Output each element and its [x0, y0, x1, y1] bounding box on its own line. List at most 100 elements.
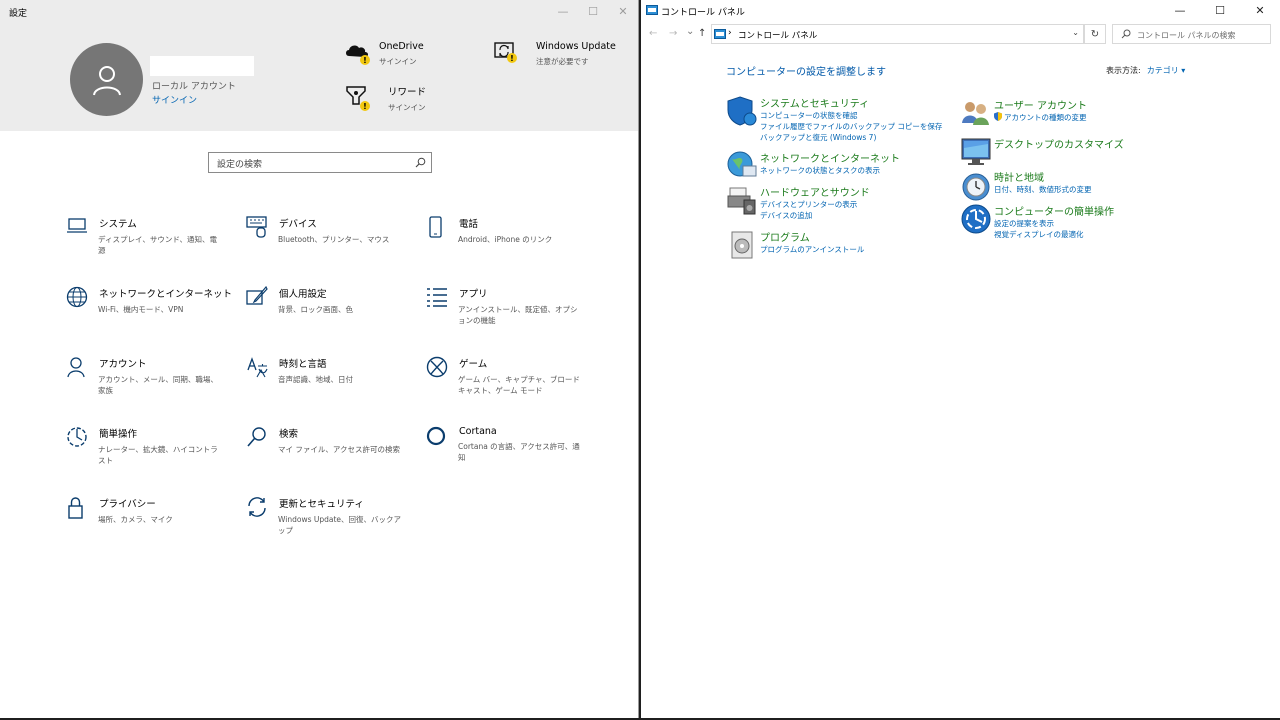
account-type: ローカル アカウント [152, 82, 236, 92]
category-title[interactable]: ハードウェアとサウンド [760, 184, 870, 199]
category-title[interactable]: システムとセキュリティ [760, 95, 942, 110]
category-title[interactable]: ネットワークとインターネット [760, 150, 900, 165]
category-link[interactable]: 設定の提案を表示 [994, 218, 1114, 229]
cp-search-input[interactable]: コントロール パネルの検索 [1112, 24, 1271, 44]
item-title: Cortana [459, 426, 497, 437]
settings-item-devices[interactable]: デバイス Bluetooth、プリンター、マウス [246, 216, 426, 245]
apps-list-icon [427, 288, 447, 307]
settings-item-time-language[interactable]: 時刻と言語 音声認識、地域、日付 [246, 356, 426, 385]
minimize-button[interactable]: — [548, 0, 578, 23]
category-title[interactable]: デスクトップのカスタマイズ [994, 136, 1124, 151]
clock-globe-icon [962, 173, 990, 201]
maximize-button[interactable]: ☐ [578, 0, 608, 23]
category-link[interactable]: ネットワークの状態とタスクの表示 [760, 165, 900, 176]
keyboard-icon [246, 216, 267, 238]
item-title: 検索 [279, 429, 299, 440]
uac-shield-icon [994, 112, 1002, 121]
control-panel-icon [714, 29, 726, 39]
category-ease-of-access: コンピューターの簡単操作 設定の提案を表示 視覚ディスプレイの最適化 [960, 203, 1114, 240]
item-sub: Windows Update、回復、バックアップ [278, 515, 402, 535]
item-title: アプリ [459, 289, 488, 300]
quick-windows-update[interactable]: ! Windows Update 注意が必要です [493, 41, 616, 71]
forward-button[interactable]: → [669, 28, 677, 39]
ease-of-access-icon [67, 427, 87, 447]
view-by-dropdown[interactable]: カテゴリ ▾ [1147, 66, 1186, 75]
quick-onedrive[interactable]: ! OneDrive サインイン [345, 41, 424, 71]
category-link[interactable]: プログラムのアンインストール [760, 244, 864, 255]
quick-sub: サインイン [388, 103, 426, 112]
category-title[interactable]: コンピューターの簡単操作 [994, 203, 1114, 218]
category-link[interactable]: 視覚ディスプレイの最適化 [994, 229, 1114, 240]
close-button[interactable]: ✕ [1240, 0, 1280, 21]
search-icon [247, 427, 266, 447]
settings-item-cortana[interactable]: Cortana Cortana の言語、アクセス許可、通知 [426, 426, 606, 463]
item-sub: Bluetooth、プリンター、マウス [278, 235, 390, 244]
quick-rewards[interactable]: ! リワード サインイン [345, 84, 426, 114]
settings-item-apps[interactable]: アプリ アンインストール、既定値、オプションの機能 [426, 286, 606, 326]
settings-item-network[interactable]: ネットワークとインターネット Wi-Fi、機内モード、VPN [66, 286, 246, 315]
item-sub: アカウント、メール、同期、職場、家族 [98, 375, 218, 395]
warning-icon: ! [360, 55, 370, 65]
search-icon [415, 157, 426, 168]
printer-speaker-icon [727, 187, 756, 215]
category-link[interactable]: コンピューターの状態を確認 [760, 110, 942, 121]
item-title: 電話 [459, 219, 479, 230]
settings-item-update-security[interactable]: 更新とセキュリティ Windows Update、回復、バックアップ [246, 496, 426, 536]
category-system-security: システムとセキュリティ コンピューターの状態を確認 ファイル履歴でファイルのバッ… [726, 95, 942, 143]
paint-icon [246, 286, 268, 305]
item-title: 時刻と言語 [279, 359, 327, 370]
quick-sub: 注意が必要です [536, 57, 589, 66]
programs-icon [731, 231, 753, 259]
settings-item-personalization[interactable]: 個人用設定 背景、ロック画面、色 [246, 286, 426, 315]
settings-item-ease-of-access[interactable]: 簡単操作 ナレーター、拡大鏡、ハイコントラスト [66, 426, 246, 466]
settings-search-input[interactable]: 設定の検索 [208, 152, 432, 173]
address-dropdown-button[interactable]: ⌄ [1072, 28, 1079, 37]
item-sub: ディスプレイ、サウンド、通知、電源 [98, 235, 218, 255]
category-link[interactable]: 日付、時刻、数値形式の変更 [994, 184, 1092, 195]
back-button[interactable]: ← [649, 28, 657, 39]
category-link[interactable]: バックアップと復元 (Windows 7) [760, 132, 942, 143]
settings-titlebar: 設定 — ☐ ✕ [0, 0, 638, 23]
settings-item-search[interactable]: 検索マイ ファイル、アクセス許可の検索 [246, 426, 426, 455]
monitor-icon [961, 138, 991, 165]
category-link[interactable]: ファイル履歴でファイルのバックアップ コピーを保存 [760, 121, 942, 132]
users-icon [962, 102, 989, 125]
category-title[interactable]: 時計と地域 [994, 169, 1092, 184]
item-title: 個人用設定 [279, 289, 327, 300]
address-bar[interactable]: › コントロール パネル ⌄ [711, 24, 1084, 44]
settings-item-phone[interactable]: 電話 Android、iPhone のリンク [426, 216, 606, 245]
category-link[interactable]: デバイスの追加 [760, 210, 870, 221]
maximize-button[interactable]: ☐ [1200, 0, 1240, 21]
quick-title: リワード [388, 87, 427, 98]
settings-item-accounts[interactable]: アカウント アカウント、メール、同期、職場、家族 [66, 356, 246, 396]
laptop-icon [67, 218, 87, 233]
item-sub: マイ ファイル、アクセス許可の検索 [278, 445, 401, 454]
recent-locations-button[interactable]: ⌄ [686, 26, 694, 37]
refresh-button[interactable]: ↻ [1084, 24, 1106, 44]
phone-icon [429, 216, 442, 238]
settings-item-system[interactable]: システム ディスプレイ、サウンド、通知、電源 [66, 216, 246, 256]
category-desktop-customization: デスクトップのカスタマイズ [960, 136, 1124, 170]
item-sub: Android、iPhone のリンク [458, 235, 553, 244]
settings-item-gaming[interactable]: ゲーム ゲーム バー、キャプチャ、ブロードキャスト、ゲーム モード [426, 356, 606, 396]
category-title[interactable]: ユーザー アカウント [994, 97, 1087, 112]
control-panel-window: コントロール パネル — ☐ ✕ ← → ⌄ ↑ › コントロール パネル ⌄ … [641, 0, 1280, 718]
item-sub: ゲーム バー、キャプチャ、ブロードキャスト、ゲーム モード [458, 375, 580, 395]
category-link[interactable]: デバイスとプリンターの表示 [760, 199, 870, 210]
item-title: ネットワークとインターネット [99, 289, 233, 300]
item-title: プライバシー [99, 499, 156, 510]
category-programs: プログラム プログラムのアンインストール [726, 229, 864, 263]
breadcrumb-separator: › [728, 28, 732, 38]
cp-heading: コンピューターの設定を調整します [726, 67, 886, 78]
up-button[interactable]: ↑ [698, 28, 706, 39]
category-title[interactable]: プログラム [760, 229, 864, 244]
close-button[interactable]: ✕ [608, 0, 638, 23]
minimize-button[interactable]: — [1160, 0, 1200, 21]
signin-link[interactable]: サインイン [152, 93, 197, 106]
security-shield-icon [727, 96, 757, 126]
breadcrumb[interactable]: コントロール パネル [738, 31, 817, 41]
search-placeholder: 設定の検索 [217, 160, 263, 170]
settings-item-privacy[interactable]: プライバシー 場所、カメラ、マイク [66, 496, 246, 525]
item-title: デバイス [279, 219, 317, 230]
category-link[interactable]: アカウントの種類の変更 [994, 112, 1087, 123]
